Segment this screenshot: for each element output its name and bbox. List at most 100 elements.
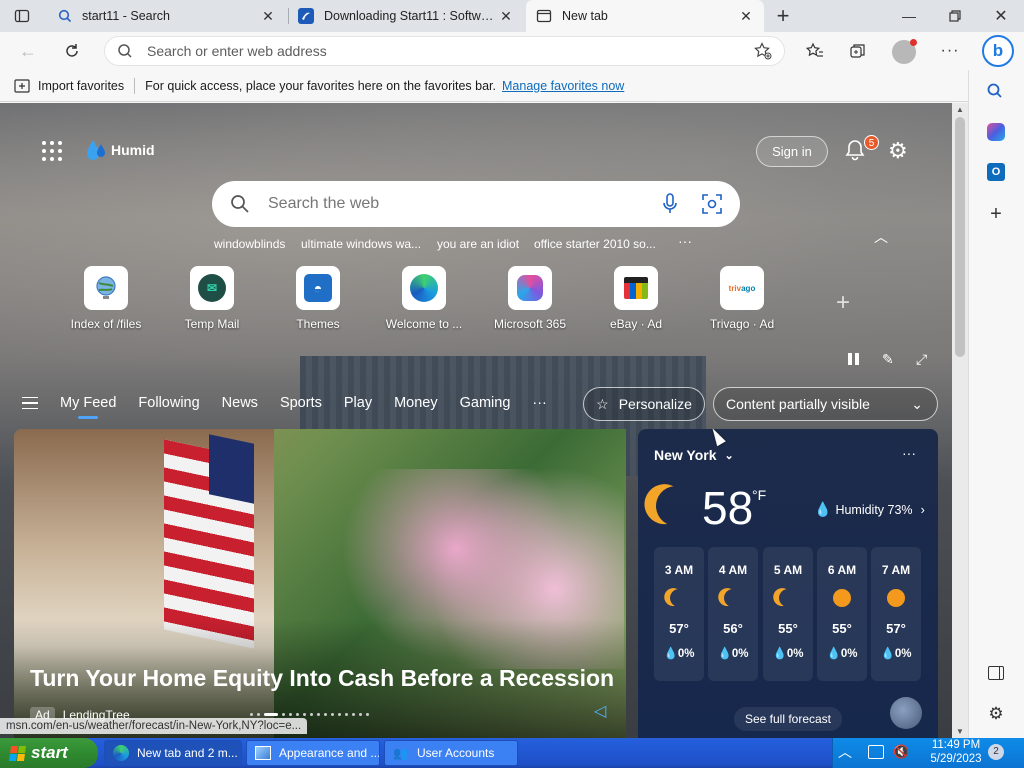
close-window-button[interactable]: ✕ bbox=[978, 0, 1024, 32]
tab-actions-button[interactable] bbox=[10, 6, 34, 26]
quick-link-tile[interactable]: Welcome to ... bbox=[374, 266, 474, 331]
sidebar-settings-button[interactable]: ⚙ bbox=[987, 705, 1005, 723]
feed-tab-following[interactable]: Following bbox=[138, 395, 199, 411]
trending-search[interactable]: windowblinds bbox=[214, 237, 285, 251]
taskbar-task[interactable]: New tab and 2 m... bbox=[104, 740, 242, 766]
expand-background-button[interactable]: ⤢ bbox=[916, 351, 927, 368]
start-button[interactable]: start bbox=[0, 738, 98, 768]
bing-chat-button[interactable]: b bbox=[982, 35, 1014, 67]
hourly-forecast[interactable]: 3 AM 57° 💧0% bbox=[654, 547, 704, 681]
close-tab-icon[interactable]: ✕ bbox=[738, 8, 754, 25]
volume-icon[interactable]: 🔇 bbox=[893, 744, 909, 760]
tab-new-tab[interactable]: New tab ✕ bbox=[526, 0, 764, 32]
tab-downloading[interactable]: Downloading Start11 : Software ✕ bbox=[288, 0, 524, 32]
address-bar[interactable]: Search or enter web address bbox=[104, 36, 785, 66]
app-launcher-button[interactable] bbox=[42, 141, 62, 161]
see-full-forecast-button[interactable]: See full forecast bbox=[734, 707, 842, 731]
feed-tab-my-feed[interactable]: My Feed bbox=[60, 395, 116, 419]
network-icon[interactable] bbox=[868, 745, 884, 759]
microphone-icon[interactable] bbox=[662, 193, 678, 215]
import-icon bbox=[14, 78, 30, 93]
back-button[interactable]: ← bbox=[13, 36, 43, 66]
trending-search[interactable]: you are an idiot bbox=[437, 237, 519, 251]
hero-card[interactable]: Turn Your Home Equity Into Cash Before a… bbox=[14, 429, 626, 738]
trending-search[interactable]: office starter 2010 so... bbox=[534, 237, 656, 251]
taskbar-task[interactable]: 👥 User Accounts bbox=[384, 740, 518, 766]
refresh-icon bbox=[66, 44, 78, 57]
sidebar-m365-button[interactable] bbox=[987, 123, 1005, 141]
feed-more-button[interactable]: ··· bbox=[532, 395, 547, 411]
personalize-button[interactable]: ☆ Personalize bbox=[583, 387, 705, 421]
clock-time[interactable]: 11:49 PM bbox=[926, 739, 986, 751]
page-settings-button[interactable]: ⚙ bbox=[888, 138, 908, 164]
add-shortcut-button[interactable]: + bbox=[836, 289, 850, 317]
edge-icon bbox=[402, 266, 446, 310]
page-scrollbar[interactable]: ▲ ▼ bbox=[952, 103, 968, 738]
sign-in-label: Sign in bbox=[772, 144, 812, 159]
quick-link-tile[interactable]: ✉ Temp Mail bbox=[162, 266, 262, 331]
quick-link-tile[interactable]: Microsoft 365 bbox=[480, 266, 580, 331]
restore-button[interactable] bbox=[932, 0, 978, 32]
weather-location-button[interactable]: New York ⌄ bbox=[654, 447, 734, 463]
edge-icon bbox=[113, 745, 129, 761]
hourly-forecast[interactable]: 5 AM 55° 💧0% bbox=[763, 547, 813, 681]
show-hidden-icons-button[interactable]: ︿ bbox=[838, 742, 852, 762]
collapse-chevron-icon[interactable]: ︿ bbox=[874, 227, 888, 247]
notifications-button[interactable]: 5 bbox=[845, 135, 879, 163]
hero-flag-canton bbox=[209, 434, 254, 504]
sign-in-button[interactable]: Sign in bbox=[756, 136, 828, 167]
hourly-forecast[interactable]: 6 AM 55° 💧0% bbox=[817, 547, 867, 681]
web-search-box[interactable]: Search the web bbox=[212, 181, 740, 227]
feed-tab-money[interactable]: Money bbox=[394, 395, 438, 411]
weather-more-button[interactable]: ··· bbox=[902, 445, 916, 461]
weather-badge[interactable]: Humid bbox=[86, 138, 155, 162]
collections-button[interactable] bbox=[843, 36, 873, 66]
manage-favorites-link[interactable]: Manage favorites now bbox=[502, 79, 624, 93]
scroll-thumb[interactable] bbox=[955, 117, 965, 357]
weather-card[interactable]: New York ⌄ ··· 58 °F 💧 Humidity 73% › 3 … bbox=[638, 429, 938, 738]
tab-label: New tab bbox=[562, 9, 608, 23]
sidebar-add-button[interactable]: + bbox=[986, 204, 1006, 224]
ad-choices-icon[interactable]: ◁ bbox=[594, 701, 606, 721]
content-visibility-dropdown[interactable]: Content partially visible ⌄ bbox=[713, 387, 938, 421]
minimize-button[interactable]: — bbox=[886, 0, 932, 32]
new-tab-button[interactable]: + bbox=[770, 3, 796, 28]
feed-menu-icon[interactable] bbox=[22, 396, 38, 410]
notification-badge[interactable]: 2 bbox=[988, 744, 1004, 760]
settings-more-button[interactable]: ··· bbox=[935, 36, 965, 66]
profile-avatar[interactable] bbox=[892, 39, 917, 64]
feedback-avatar-icon[interactable] bbox=[890, 697, 922, 729]
favorites-button[interactable] bbox=[800, 36, 830, 66]
feed-tab-gaming[interactable]: Gaming bbox=[460, 395, 511, 411]
carousel-dots[interactable] bbox=[250, 713, 369, 716]
pause-background-button[interactable] bbox=[848, 353, 859, 365]
hourly-forecast[interactable]: 4 AM 56° 💧0% bbox=[708, 547, 758, 681]
trending-search[interactable]: ultimate windows wa... bbox=[301, 237, 421, 251]
feed-tab-play[interactable]: Play bbox=[344, 395, 372, 411]
quick-link-tile[interactable]: Index of /files bbox=[56, 266, 156, 331]
feed-tab-news[interactable]: News bbox=[222, 395, 258, 411]
taskbar-task[interactable]: Appearance and ... bbox=[246, 740, 380, 766]
quick-link-tile[interactable]: trivago Trivago · Ad bbox=[692, 266, 792, 331]
quick-link-tile[interactable]: ◓ Themes bbox=[268, 266, 368, 331]
tile-label: Microsoft 365 bbox=[493, 317, 567, 331]
sidebar-hide-button[interactable] bbox=[988, 666, 1004, 680]
hourly-forecast[interactable]: 7 AM 57° 💧0% bbox=[871, 547, 921, 681]
import-favorites-button[interactable]: Import favorites bbox=[14, 79, 124, 93]
sidebar-search-button[interactable] bbox=[986, 82, 1006, 102]
close-tab-icon[interactable]: ✕ bbox=[260, 8, 276, 25]
sidebar-outlook-button[interactable]: O bbox=[987, 163, 1005, 181]
clock-date[interactable]: 5/29/2023 bbox=[926, 753, 986, 765]
visual-search-icon[interactable] bbox=[702, 194, 722, 214]
feed-tab-sports[interactable]: Sports bbox=[280, 395, 322, 411]
close-tab-icon[interactable]: ✕ bbox=[498, 8, 514, 25]
scroll-up-arrow[interactable]: ▲ bbox=[956, 105, 964, 114]
trending-more-button[interactable]: ··· bbox=[678, 233, 692, 249]
add-favorite-icon[interactable] bbox=[754, 42, 772, 60]
tab-search[interactable]: start11 - Search ✕ bbox=[48, 0, 286, 32]
humidity-link[interactable]: 💧 Humidity 73% › bbox=[814, 501, 925, 518]
quick-link-tile[interactable]: eBay · Ad bbox=[586, 266, 686, 331]
refresh-button[interactable] bbox=[57, 36, 87, 66]
scroll-down-arrow[interactable]: ▼ bbox=[956, 727, 964, 736]
customize-background-button[interactable]: ✎ bbox=[882, 351, 894, 368]
